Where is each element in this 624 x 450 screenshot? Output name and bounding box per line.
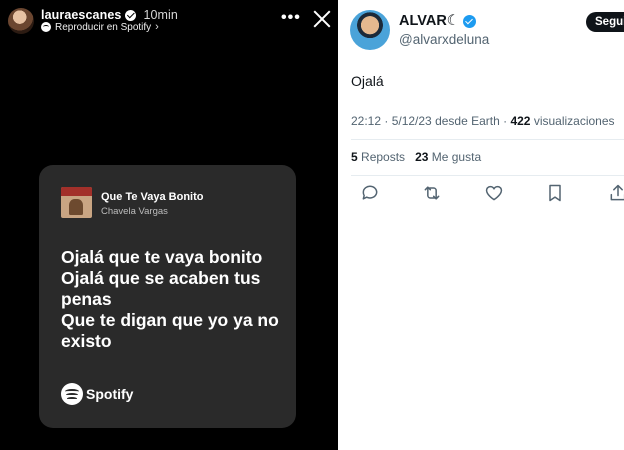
bookmark-icon[interactable] [545, 183, 567, 205]
song-artist: Chavela Vargas [101, 206, 168, 217]
repost-icon[interactable] [422, 183, 444, 205]
engagement-stats: 5 Reposts 23 Me gusta [351, 150, 481, 164]
display-name-text: ALVAR☾ [399, 13, 460, 29]
spotify-icon [41, 22, 51, 32]
lyrics-text: Ojalá que te vaya bonito Ojalá que se ac… [61, 247, 286, 352]
verified-icon [125, 9, 137, 21]
more-options-icon[interactable]: ••• [281, 9, 301, 27]
reply-icon[interactable] [360, 183, 382, 205]
lyric-line: Ojalá que te vaya bonito [61, 247, 263, 267]
tweet-meta: 22:12 · 5/12/23 desde Earth · 422 visual… [351, 114, 615, 128]
lyric-line: Ojalá que se acaben tus penas [61, 268, 261, 309]
likes-label: Me gusta [428, 150, 482, 164]
story-header-user: lauraescanes 10min [41, 8, 178, 22]
lyric-line: Que te digan que yo ya no existo [61, 310, 279, 351]
tweet-text: Ojalá [351, 73, 384, 89]
tweet-post: ALVAR☾ @alvarxdeluna Seguir Ojalá 22:12 … [338, 0, 624, 450]
divider [351, 175, 624, 176]
follow-button[interactable]: Seguir [586, 12, 624, 32]
display-name[interactable]: ALVAR☾ [399, 13, 476, 29]
reposts-label: Reposts [357, 150, 406, 164]
spotify-logo: Spotify [61, 383, 133, 405]
user-handle[interactable]: @alvarxdeluna [399, 32, 489, 47]
verified-icon [462, 14, 476, 28]
screenshot-collage: lauraescanes 10min Reproducir en Spotify… [0, 0, 624, 450]
share-icon[interactable] [608, 183, 624, 205]
song-title: Que Te Vaya Bonito [101, 191, 204, 203]
story-time: 10min [143, 8, 178, 22]
reposts-stat[interactable]: 5 Reposts [351, 150, 405, 164]
username[interactable]: lauraescanes [41, 8, 121, 22]
close-icon[interactable] [311, 8, 333, 30]
tweet-actions [338, 183, 624, 207]
reposts-count: 5 [351, 150, 358, 164]
views-label: visualizaciones [530, 114, 615, 128]
spotify-wordmark: Spotify [86, 386, 134, 402]
divider [351, 139, 624, 140]
lyrics-card[interactable]: Que Te Vaya Bonito Chavela Vargas Ojalá … [39, 165, 296, 428]
like-icon[interactable] [484, 183, 506, 205]
avatar[interactable] [350, 10, 390, 50]
views-count: 422 [510, 114, 531, 128]
play-on-spotify-label: Reproducir en Spotify [55, 21, 152, 33]
album-cover [61, 187, 92, 218]
tweet-datetime[interactable]: 22:12 · 5/12/23 desde Earth · [351, 114, 510, 128]
instagram-story: lauraescanes 10min Reproducir en Spotify… [0, 0, 338, 450]
likes-stat[interactable]: 23 Me gusta [415, 150, 481, 164]
avatar[interactable] [8, 8, 34, 34]
spotify-icon [61, 383, 83, 405]
play-on-spotify-link[interactable]: Reproducir en Spotify › [41, 21, 159, 33]
chevron-right-icon: › [155, 21, 159, 33]
likes-count: 23 [415, 150, 429, 164]
